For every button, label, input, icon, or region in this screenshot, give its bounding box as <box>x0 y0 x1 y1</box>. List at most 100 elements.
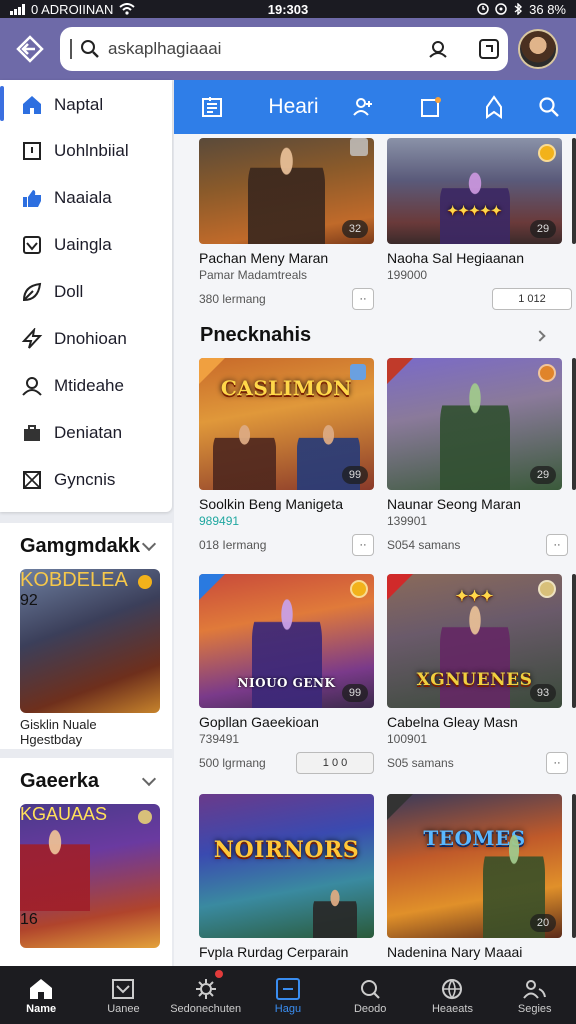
game-thumbnail[interactable]: NIOUO GENK 99 <box>199 574 374 708</box>
game-thumbnail[interactable]: ✦✦✦ XGNUENES 93 <box>387 574 562 708</box>
section-title: Pnecknahis <box>200 324 312 346</box>
tab-news[interactable] <box>200 80 255 134</box>
sidebar-item-home[interactable]: Naptal <box>0 80 172 127</box>
game-meta: 500 lgrmang <box>199 756 266 770</box>
featured-game-thumbnail[interactable]: KGAUAAS 16 <box>20 804 160 948</box>
grid-x-icon <box>20 468 44 492</box>
game-thumbnail[interactable]: TEOMES 20 <box>387 794 562 938</box>
home-icon <box>28 975 54 1003</box>
people-icon <box>522 975 548 1003</box>
game-thumbnail[interactable]: 32 <box>199 138 374 244</box>
game-art-title: CASLIMON <box>220 376 353 401</box>
star-icon <box>138 575 152 589</box>
sidebar-item-store[interactable]: Deniatan <box>0 409 172 456</box>
game-meta: S054 samans <box>387 538 461 552</box>
game-art-title: NOIRNORS <box>213 837 360 864</box>
nav-inbox[interactable]: Uanee <box>82 966 164 1024</box>
avatar[interactable] <box>518 29 558 69</box>
game-card[interactable]: NOIRNORS Fvpla Rurdag Cerparain <box>199 794 374 960</box>
chevron-right-icon <box>534 329 546 342</box>
star-icon <box>538 364 556 382</box>
hero-figure <box>439 377 510 490</box>
tab-bar: Heari <box>174 80 576 134</box>
nav-home[interactable]: Name <box>0 966 82 1024</box>
game-card[interactable]: ✦✦✦ XGNUENES 93 Cabelna Gleay Masn 10090… <box>387 574 568 774</box>
tab-trending[interactable] <box>467 80 522 134</box>
sidebar-item-label: Deniatan <box>54 422 123 442</box>
gear-icon <box>194 975 218 1003</box>
count-badge: 20 <box>530 914 556 932</box>
more-button[interactable]: ·· <box>352 288 374 310</box>
game-meta: 380 lermang <box>199 292 266 306</box>
game-subtitle: Pamar Madamtreals <box>199 268 308 282</box>
game-thumbnail[interactable]: CASLIMON 99 <box>199 358 374 490</box>
more-button[interactable]: ·· <box>546 534 568 556</box>
featured-game-thumbnail[interactable]: KOBDELEA 92 <box>20 569 160 713</box>
tab-search[interactable] <box>521 80 576 134</box>
rocket-icon <box>486 95 503 119</box>
sidebar-item-downloads[interactable]: Dnohioan <box>0 315 172 362</box>
tab-home[interactable]: Heari <box>255 80 333 134</box>
sidebar-item-doll[interactable]: Doll <box>0 268 172 315</box>
price-stepper[interactable]: 1 0 0 <box>296 752 374 774</box>
inbox-icon <box>111 975 135 1003</box>
game-thumbnail[interactable]: NOIRNORS <box>199 794 374 938</box>
sidebar-item-likes[interactable]: Naaiala <box>0 174 172 221</box>
scan-button[interactable] <box>478 38 500 60</box>
person-icon <box>20 374 44 398</box>
nav-library[interactable]: Hagu <box>247 966 329 1024</box>
search-input[interactable] <box>108 39 412 59</box>
game-card[interactable]: NIOUO GENK 99 Gopllan Gaeekioan 739491 5… <box>199 574 374 774</box>
game-caption: Gisklin Nuale Hgestbday <box>20 717 97 747</box>
tab-label: Heari <box>268 95 319 118</box>
star-icon <box>538 580 556 598</box>
thumb-up-icon <box>20 186 44 210</box>
tab-friends[interactable] <box>332 80 394 134</box>
tab-notifications[interactable] <box>395 80 467 134</box>
sidebar-section-header[interactable]: Gaeerka <box>14 758 162 804</box>
nav-discover[interactable]: Deodo <box>329 966 411 1024</box>
more-button[interactable]: ·· <box>352 534 374 556</box>
nav-label: Hagu <box>274 1003 302 1015</box>
side-menu: Naptal Uohlnbiial Naaiala Uaingla Doll D… <box>0 80 172 512</box>
wifi-icon <box>119 3 136 15</box>
scan-icon <box>479 39 499 59</box>
sidebar-section-header[interactable]: Gamgmdakk <box>14 523 162 569</box>
game-title: Gopllan Gaeekioan <box>199 714 319 730</box>
sidebar-item-library[interactable]: Uohlnbiial <box>0 127 172 174</box>
nav-label: Deodo <box>353 1003 387 1015</box>
sidebar-section-gamecard: Gamgmdakk KOBDELEA 92 Gisklin Nuale Hges… <box>0 523 172 749</box>
bluetooth-icon <box>514 3 523 15</box>
search-icon <box>539 97 559 117</box>
nav-groups[interactable]: Segies <box>494 966 576 1024</box>
section-header[interactable]: Pnecknahis <box>200 324 552 347</box>
sidebar-item-wishlist[interactable]: Uaingla <box>0 221 172 268</box>
nav-label: Uanee <box>107 1003 140 1015</box>
game-card[interactable]: TEOMES 20 Nadenina Nary Maaai <box>387 794 562 960</box>
game-card[interactable]: CASLIMON 99 Soolkin Beng Manigeta 989491… <box>199 358 374 556</box>
nav-label: Heaeats <box>431 1003 473 1015</box>
game-card[interactable]: 32 Pachan Meny Maran Pamar Madamtreals 3… <box>199 138 374 310</box>
game-card[interactable]: 29 Naunar Seong Maran 139901 S054 samans… <box>387 358 568 556</box>
carrier-label: 0 ADROIINAN <box>31 1 114 17</box>
game-card[interactable]: ✦✦✦✦✦ 29 Naoha Sal Hegiaanan 199000 1 01… <box>387 138 572 310</box>
star-icon <box>538 144 556 162</box>
sidebar-section-gallery: Gaeerka KGAUAAS 16 <box>0 758 172 975</box>
nav-label: Sedonechuten <box>170 1003 242 1015</box>
hero-figure <box>312 887 357 938</box>
sidebar-item-profile[interactable]: Mtideahe <box>0 362 172 409</box>
nav-community[interactable]: Heaeats <box>411 966 493 1024</box>
corner-badge-icon <box>387 358 413 384</box>
game-thumbnail[interactable]: ✦✦✦✦✦ 29 <box>387 138 562 244</box>
side-drawer: Naptal Uohlnbiial Naaiala Uaingla Doll D… <box>0 80 174 975</box>
back-button[interactable] <box>0 18 60 80</box>
sidebar-item-categories[interactable]: Gyncnis <box>0 456 172 503</box>
bag-icon <box>20 421 44 445</box>
hero-figure <box>251 594 322 708</box>
game-thumbnail[interactable]: 29 <box>387 358 562 490</box>
more-button[interactable]: ·· <box>546 752 568 774</box>
voice-search-button[interactable] <box>426 37 450 61</box>
price-stepper[interactable]: 1 012 <box>492 288 572 310</box>
search-bar[interactable] <box>60 27 508 71</box>
nav-settings[interactable]: Sedonechuten <box>165 966 247 1024</box>
